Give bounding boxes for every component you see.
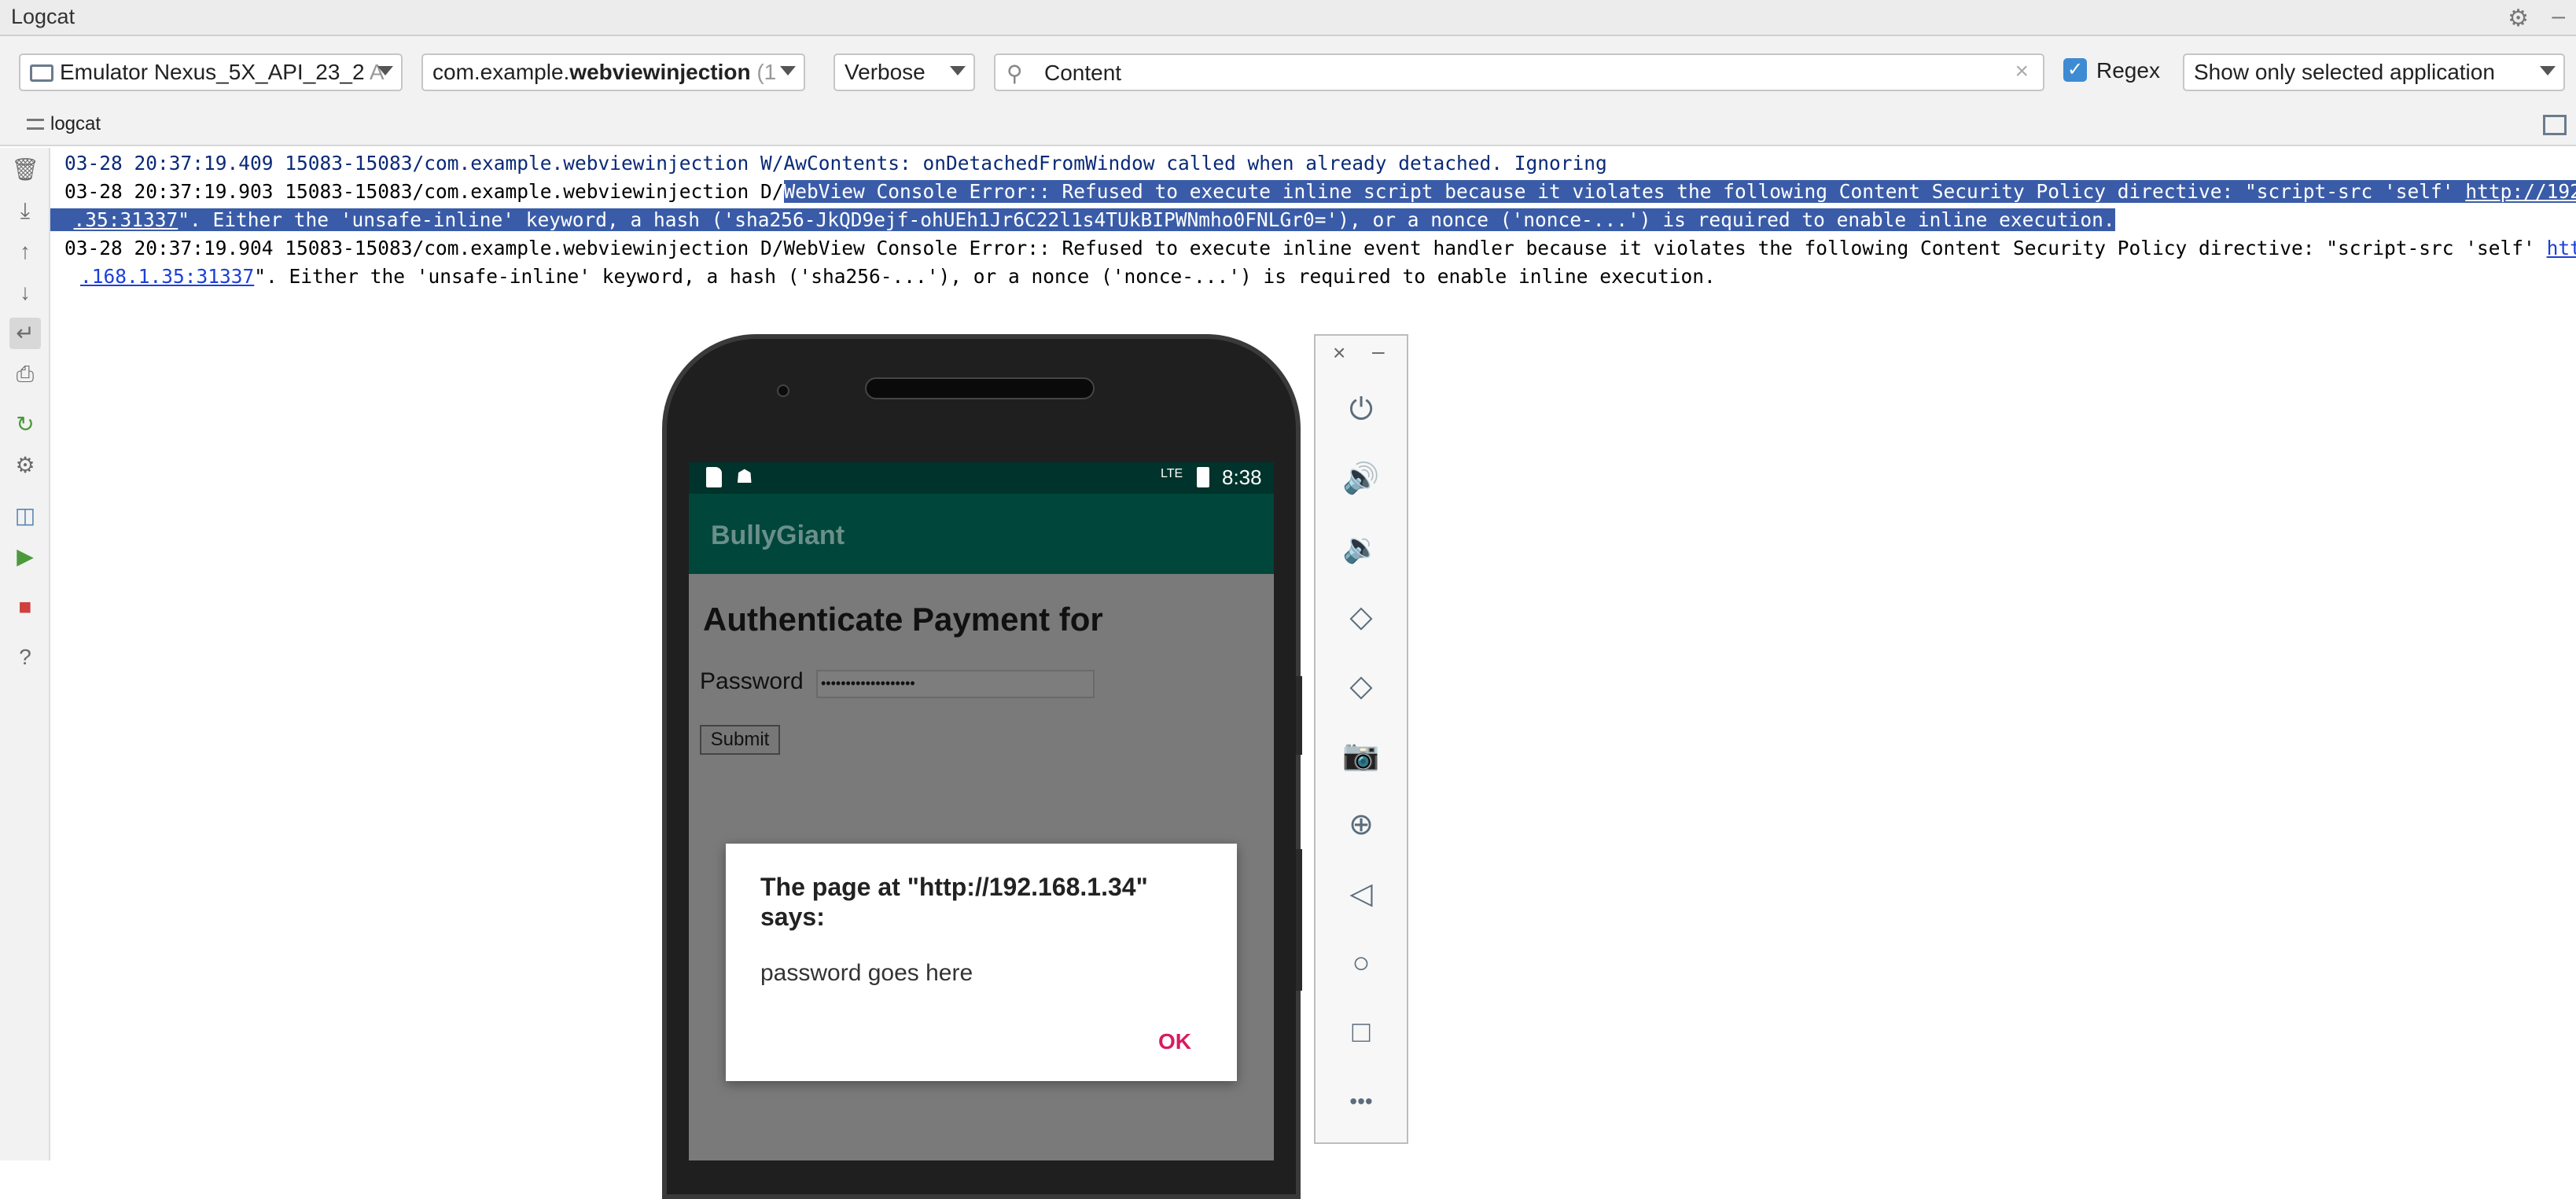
minimize-icon[interactable]: – — [1372, 339, 1385, 364]
restart-icon[interactable]: ↻ — [9, 409, 41, 440]
package-prefix: com.example. — [432, 60, 570, 84]
log-level-label: Verbose — [845, 60, 926, 84]
log-link[interactable]: http://192.168.1 — [2465, 180, 2576, 203]
dialog-title: The page at "http://192.168.1.34" says: — [760, 873, 1148, 931]
dialog-message: password goes here — [760, 960, 973, 986]
tab-row: logcat — [0, 108, 2576, 146]
chevron-down-icon — [950, 66, 966, 75]
soft-wrap-icon[interactable]: ↵ — [9, 318, 41, 349]
password-field[interactable]: ••••••••••••••••••• — [816, 670, 1095, 698]
overview-icon[interactable]: □ — [1316, 1010, 1407, 1054]
close-icon[interactable]: × — [1333, 340, 1345, 366]
list-icon — [27, 119, 44, 130]
chevron-down-icon — [780, 66, 796, 75]
home-icon[interactable]: ○ — [1316, 941, 1407, 985]
arrow-up-icon[interactable]: ↑ — [9, 236, 41, 267]
scroll-to-end-icon[interactable]: ⤓ — [9, 195, 41, 226]
app-bar: BullyGiant — [689, 494, 1274, 574]
selected-text: .35:31337". Either the 'unsafe-inline' k… — [50, 208, 2115, 231]
battery-icon — [1197, 467, 1209, 487]
log-line: .35:31337". Either the 'unsafe-inline' k… — [50, 206, 2115, 234]
search-input[interactable] — [1043, 58, 1982, 88]
power-icon[interactable]: ⏻ — [1316, 388, 1407, 432]
phone-speaker — [865, 377, 1095, 399]
app-title: BullyGiant — [711, 520, 845, 550]
package-name: webviewinjection — [569, 60, 751, 84]
log-level-select[interactable]: Verbose — [834, 53, 975, 91]
minimize-icon[interactable]: – — [2552, 3, 2565, 30]
selected-text: WebView Console Error:: Refused to execu… — [783, 180, 2576, 203]
password-label: Password — [700, 668, 804, 694]
regex-checkbox[interactable]: ✓ — [2063, 58, 2087, 82]
trash-icon[interactable]: 🗑 — [9, 154, 41, 186]
tab-logcat-label: logcat — [50, 113, 101, 134]
tool-window-titlebar: Logcat ⚙ – — [0, 0, 2576, 36]
log-line: .168.1.35:31337". Either the 'unsafe-inl… — [80, 263, 1716, 291]
log-text: ". Either the 'unsafe-inline' keyword, a… — [178, 208, 2115, 231]
volume-up-icon[interactable]: 🔊 — [1316, 457, 1407, 501]
scope-label: Show only selected application — [2194, 60, 2495, 84]
log-link[interactable]: .168.1.35:31337 — [80, 265, 254, 288]
chevron-down-icon — [2540, 66, 2556, 75]
log-text: 03-28 20:37:19.904 15083-15083/com.examp… — [64, 237, 2547, 259]
clear-icon[interactable]: × — [2015, 58, 2029, 85]
back-icon[interactable]: ◁ — [1316, 872, 1407, 916]
camera-icon[interactable]: 📷 — [1316, 734, 1407, 778]
stop-icon[interactable]: ■ — [9, 591, 41, 623]
submit-button[interactable]: Submit — [700, 725, 780, 755]
volume-down-icon[interactable]: 🔉 — [1316, 526, 1407, 570]
log-text: WebView Console Error:: Refused to execu… — [783, 180, 2466, 203]
settings-icon[interactable]: ⚙ — [9, 450, 41, 481]
search-box: ⚲ × — [994, 53, 2044, 91]
log-text: ". Either the 'unsafe-inline' keyword, a… — [254, 265, 1716, 288]
search-icon[interactable]: ⚲ — [1006, 61, 1023, 86]
lte-signal-icon: LTE — [1161, 467, 1183, 480]
log-text: 03-28 20:37:19.409 15083-15083/com.examp… — [64, 152, 1607, 175]
device-label: Emulator Nexus_5X_API_23_2 — [60, 60, 365, 84]
device-icon — [30, 64, 53, 82]
gear-icon[interactable]: ⚙ — [2508, 5, 2529, 32]
package-select[interactable]: com.example.webviewinjection (1 — [421, 53, 805, 91]
log-area: 03-28 20:37:19.409 15083-15083/com.examp… — [50, 148, 2576, 1160]
chevron-down-icon — [377, 66, 393, 75]
window-title: Logcat — [11, 5, 75, 28]
rotate-left-icon[interactable]: ◇ — [1316, 595, 1407, 639]
phone-side-button — [1296, 676, 1302, 755]
front-camera — [777, 384, 789, 397]
tab-logcat[interactable]: logcat — [27, 113, 101, 135]
filter-bar: Emulator Nexus_5X_API_23_2 A com.example… — [0, 36, 2576, 108]
log-line: 03-28 20:37:19.409 15083-15083/com.examp… — [64, 149, 1607, 178]
regex-label: Regex — [2096, 58, 2160, 83]
screenshot-icon[interactable]: ◫ — [9, 500, 41, 531]
scope-select[interactable]: Show only selected application — [2183, 53, 2565, 91]
status-time: 8:38 — [1222, 465, 1262, 489]
page-heading: Authenticate Payment for — [703, 601, 1103, 638]
log-link[interactable]: http://192 — [2547, 237, 2576, 259]
layout-icon[interactable] — [2543, 115, 2567, 135]
rotate-right-icon[interactable]: ◇ — [1316, 664, 1407, 708]
log-line: 03-28 20:37:19.903 15083-15083/com.examp… — [64, 178, 2576, 206]
more-icon[interactable]: ••• — [1316, 1079, 1407, 1124]
log-link[interactable]: .35:31337 — [74, 208, 178, 231]
log-line: 03-28 20:37:19.904 15083-15083/com.examp… — [64, 234, 2576, 263]
package-suffix: (1 — [756, 60, 777, 84]
left-toolbar: 🗑 ⤓ ↑ ↓ ↵ ⎙ ↻ ⚙ ◫ ▶ ■ ? — [0, 148, 50, 1160]
alert-dialog: The page at "http://192.168.1.34" says: … — [726, 844, 1237, 1081]
android-icon: ☗ — [736, 466, 753, 487]
device-select[interactable]: Emulator Nexus_5X_API_23_2 A — [19, 53, 403, 91]
print-icon[interactable]: ⎙ — [9, 359, 41, 390]
zoom-icon[interactable]: ⊕ — [1316, 803, 1407, 847]
arrow-down-icon[interactable]: ↓ — [9, 277, 41, 308]
screen-record-icon[interactable]: ▶ — [9, 541, 41, 572]
phone-side-button — [1296, 849, 1302, 991]
ok-button[interactable]: OK — [1158, 1029, 1191, 1054]
help-icon[interactable]: ? — [9, 642, 41, 673]
log-text: 03-28 20:37:19.903 15083-15083/com.examp… — [64, 180, 784, 203]
status-bar: ☗ LTE 8:38 — [689, 462, 1274, 494]
sd-card-icon — [706, 467, 722, 487]
emulator-controls-panel: × – ⏻ 🔊 🔉 ◇ ◇ 📷 ⊕ ◁ ○ □ ••• — [1314, 334, 1408, 1144]
